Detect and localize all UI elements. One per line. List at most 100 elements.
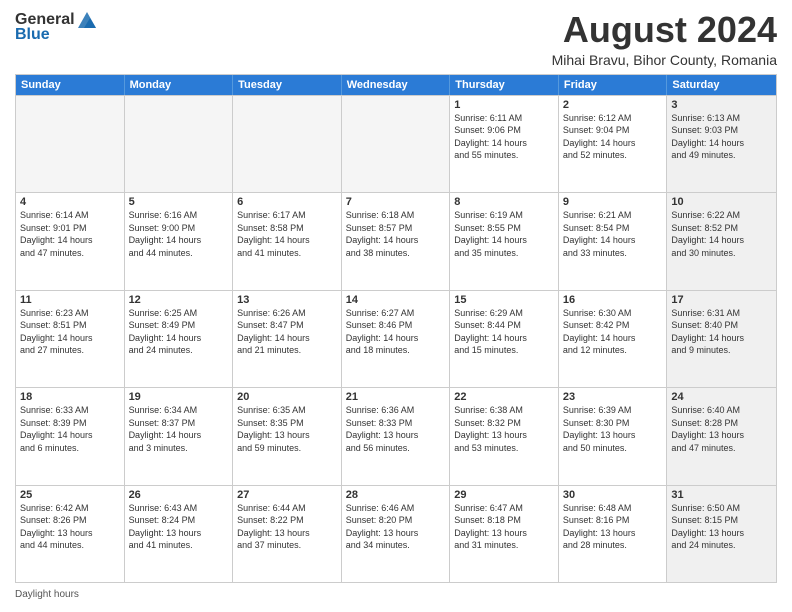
cell-info: Sunrise: 6:31 AM Sunset: 8:40 PM Dayligh… [671,307,772,357]
header-saturday: Saturday [667,75,776,95]
day-number: 21 [346,391,446,403]
cal-row-4: 25Sunrise: 6:42 AM Sunset: 8:26 PM Dayli… [16,485,776,582]
cal-cell-r4-c3: 28Sunrise: 6:46 AM Sunset: 8:20 PM Dayli… [342,486,451,582]
cal-cell-r2-c5: 16Sunrise: 6:30 AM Sunset: 8:42 PM Dayli… [559,291,668,387]
page: General Blue August 2024 Mihai Bravu, Bi… [0,0,792,612]
cal-cell-r3-c3: 21Sunrise: 6:36 AM Sunset: 8:33 PM Dayli… [342,388,451,484]
cal-cell-r0-c2 [233,96,342,192]
day-number: 12 [129,294,229,306]
logo: General Blue [15,10,99,44]
cal-row-3: 18Sunrise: 6:33 AM Sunset: 8:39 PM Dayli… [16,387,776,484]
cell-info: Sunrise: 6:39 AM Sunset: 8:30 PM Dayligh… [563,404,663,454]
header-thursday: Thursday [450,75,559,95]
day-number: 23 [563,391,663,403]
day-number: 25 [20,489,120,501]
cal-cell-r2-c3: 14Sunrise: 6:27 AM Sunset: 8:46 PM Dayli… [342,291,451,387]
header-monday: Monday [125,75,234,95]
header-sunday: Sunday [16,75,125,95]
day-number: 19 [129,391,229,403]
day-number: 15 [454,294,554,306]
cal-cell-r0-c5: 2Sunrise: 6:12 AM Sunset: 9:04 PM Daylig… [559,96,668,192]
day-number: 17 [671,294,772,306]
cal-cell-r0-c6: 3Sunrise: 6:13 AM Sunset: 9:03 PM Daylig… [667,96,776,192]
day-number: 4 [20,196,120,208]
calendar-header: Sunday Monday Tuesday Wednesday Thursday… [16,75,776,95]
cal-cell-r2-c1: 12Sunrise: 6:25 AM Sunset: 8:49 PM Dayli… [125,291,234,387]
cell-info: Sunrise: 6:33 AM Sunset: 8:39 PM Dayligh… [20,404,120,454]
cell-info: Sunrise: 6:34 AM Sunset: 8:37 PM Dayligh… [129,404,229,454]
day-number: 13 [237,294,337,306]
day-number: 1 [454,99,554,111]
calendar: Sunday Monday Tuesday Wednesday Thursday… [15,74,777,583]
cal-cell-r4-c0: 25Sunrise: 6:42 AM Sunset: 8:26 PM Dayli… [16,486,125,582]
cal-cell-r1-c1: 5Sunrise: 6:16 AM Sunset: 9:00 PM Daylig… [125,193,234,289]
cal-cell-r1-c0: 4Sunrise: 6:14 AM Sunset: 9:01 PM Daylig… [16,193,125,289]
day-number: 6 [237,196,337,208]
day-number: 27 [237,489,337,501]
cal-cell-r4-c2: 27Sunrise: 6:44 AM Sunset: 8:22 PM Dayli… [233,486,342,582]
cal-cell-r3-c1: 19Sunrise: 6:34 AM Sunset: 8:37 PM Dayli… [125,388,234,484]
cal-cell-r0-c0 [16,96,125,192]
day-number: 18 [20,391,120,403]
cell-info: Sunrise: 6:19 AM Sunset: 8:55 PM Dayligh… [454,209,554,259]
cell-info: Sunrise: 6:43 AM Sunset: 8:24 PM Dayligh… [129,502,229,552]
day-number: 24 [671,391,772,403]
cell-info: Sunrise: 6:30 AM Sunset: 8:42 PM Dayligh… [563,307,663,357]
header-wednesday: Wednesday [342,75,451,95]
cell-info: Sunrise: 6:38 AM Sunset: 8:32 PM Dayligh… [454,404,554,454]
cal-cell-r1-c2: 6Sunrise: 6:17 AM Sunset: 8:58 PM Daylig… [233,193,342,289]
day-number: 5 [129,196,229,208]
cell-info: Sunrise: 6:25 AM Sunset: 8:49 PM Dayligh… [129,307,229,357]
cal-cell-r0-c4: 1Sunrise: 6:11 AM Sunset: 9:06 PM Daylig… [450,96,559,192]
cal-cell-r2-c4: 15Sunrise: 6:29 AM Sunset: 8:44 PM Dayli… [450,291,559,387]
cell-info: Sunrise: 6:26 AM Sunset: 8:47 PM Dayligh… [237,307,337,357]
cell-info: Sunrise: 6:14 AM Sunset: 9:01 PM Dayligh… [20,209,120,259]
day-number: 30 [563,489,663,501]
cal-cell-r4-c1: 26Sunrise: 6:43 AM Sunset: 8:24 PM Dayli… [125,486,234,582]
cal-cell-r2-c6: 17Sunrise: 6:31 AM Sunset: 8:40 PM Dayli… [667,291,776,387]
header-tuesday: Tuesday [233,75,342,95]
cell-info: Sunrise: 6:48 AM Sunset: 8:16 PM Dayligh… [563,502,663,552]
cell-info: Sunrise: 6:13 AM Sunset: 9:03 PM Dayligh… [671,112,772,162]
cal-cell-r3-c0: 18Sunrise: 6:33 AM Sunset: 8:39 PM Dayli… [16,388,125,484]
cal-cell-r3-c5: 23Sunrise: 6:39 AM Sunset: 8:30 PM Dayli… [559,388,668,484]
header: General Blue August 2024 Mihai Bravu, Bi… [15,10,777,68]
cal-cell-r3-c2: 20Sunrise: 6:35 AM Sunset: 8:35 PM Dayli… [233,388,342,484]
cell-info: Sunrise: 6:12 AM Sunset: 9:04 PM Dayligh… [563,112,663,162]
cal-cell-r2-c0: 11Sunrise: 6:23 AM Sunset: 8:51 PM Dayli… [16,291,125,387]
cell-info: Sunrise: 6:22 AM Sunset: 8:52 PM Dayligh… [671,209,772,259]
day-number: 14 [346,294,446,306]
cell-info: Sunrise: 6:18 AM Sunset: 8:57 PM Dayligh… [346,209,446,259]
day-number: 20 [237,391,337,403]
day-number: 11 [20,294,120,306]
logo-icon [76,10,98,30]
cell-info: Sunrise: 6:21 AM Sunset: 8:54 PM Dayligh… [563,209,663,259]
cell-info: Sunrise: 6:44 AM Sunset: 8:22 PM Dayligh… [237,502,337,552]
cal-cell-r1-c6: 10Sunrise: 6:22 AM Sunset: 8:52 PM Dayli… [667,193,776,289]
cal-cell-r4-c4: 29Sunrise: 6:47 AM Sunset: 8:18 PM Dayli… [450,486,559,582]
cell-info: Sunrise: 6:23 AM Sunset: 8:51 PM Dayligh… [20,307,120,357]
cell-info: Sunrise: 6:27 AM Sunset: 8:46 PM Dayligh… [346,307,446,357]
cal-cell-r0-c3 [342,96,451,192]
day-number: 26 [129,489,229,501]
cal-cell-r0-c1 [125,96,234,192]
day-number: 2 [563,99,663,111]
day-number: 16 [563,294,663,306]
cal-row-2: 11Sunrise: 6:23 AM Sunset: 8:51 PM Dayli… [16,290,776,387]
main-title: August 2024 [552,10,777,50]
cal-cell-r4-c6: 31Sunrise: 6:50 AM Sunset: 8:15 PM Dayli… [667,486,776,582]
day-number: 10 [671,196,772,208]
day-number: 22 [454,391,554,403]
day-number: 9 [563,196,663,208]
calendar-body: 1Sunrise: 6:11 AM Sunset: 9:06 PM Daylig… [16,95,776,582]
day-number: 31 [671,489,772,501]
cal-cell-r3-c4: 22Sunrise: 6:38 AM Sunset: 8:32 PM Dayli… [450,388,559,484]
cal-cell-r3-c6: 24Sunrise: 6:40 AM Sunset: 8:28 PM Dayli… [667,388,776,484]
title-block: August 2024 Mihai Bravu, Bihor County, R… [552,10,777,68]
legend: Daylight hours [15,587,777,602]
cell-info: Sunrise: 6:40 AM Sunset: 8:28 PM Dayligh… [671,404,772,454]
day-number: 3 [671,99,772,111]
header-friday: Friday [559,75,668,95]
cal-cell-r2-c2: 13Sunrise: 6:26 AM Sunset: 8:47 PM Dayli… [233,291,342,387]
cell-info: Sunrise: 6:35 AM Sunset: 8:35 PM Dayligh… [237,404,337,454]
